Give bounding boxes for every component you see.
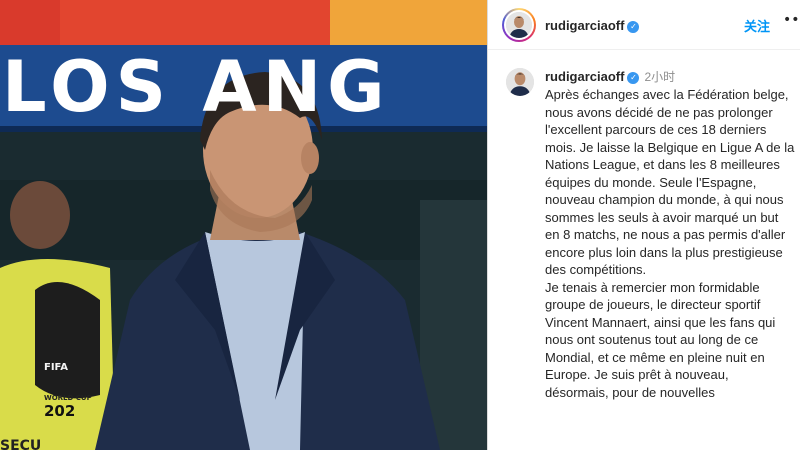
verified-badge-icon: ✓ xyxy=(627,21,640,33)
fifa-badge-text: FIFA xyxy=(44,362,68,373)
post-photo[interactable]: LOS ANG FIFA WORLD CUP 202 SECU xyxy=(0,0,487,450)
header-username-row: rudigarciaoff ✓ xyxy=(545,17,640,35)
post-header: rudigarciaoff✓ 关注 ••• xyxy=(488,0,800,50)
security-vest-text: SECU xyxy=(0,438,42,450)
verified-badge-icon: ✓ xyxy=(627,72,640,84)
caption-username-row: rudigarciaoff ✓ 2小时 xyxy=(545,68,675,86)
caption-paragraph: Je tenais à remercier mon formidable gro… xyxy=(545,279,776,400)
stadium-banner-text: LOS ANG xyxy=(2,47,391,127)
caption-paragraph: Après échanges avec la Fédération belge,… xyxy=(545,87,795,277)
avatar xyxy=(506,12,532,38)
more-icon[interactable]: ••• xyxy=(783,12,800,28)
caption-avatar[interactable] xyxy=(506,68,534,96)
header-username[interactable]: rudigarciaoff xyxy=(545,18,624,33)
follow-button[interactable]: 关注 xyxy=(744,16,770,35)
caption-username[interactable]: rudigarciaoff xyxy=(545,69,624,84)
story-avatar[interactable] xyxy=(502,8,536,42)
world-cup-year-text: 202 xyxy=(44,402,76,420)
post-timestamp[interactable]: 2小时 xyxy=(644,70,675,84)
world-cup-badge-text: WORLD CUP xyxy=(44,394,92,402)
post-caption: Après échanges avec la Fédération belge,… xyxy=(545,86,795,401)
post-panel: rudigarciaoff✓ 关注 ••• rudigarciaoff✓2小时 … xyxy=(487,0,800,450)
